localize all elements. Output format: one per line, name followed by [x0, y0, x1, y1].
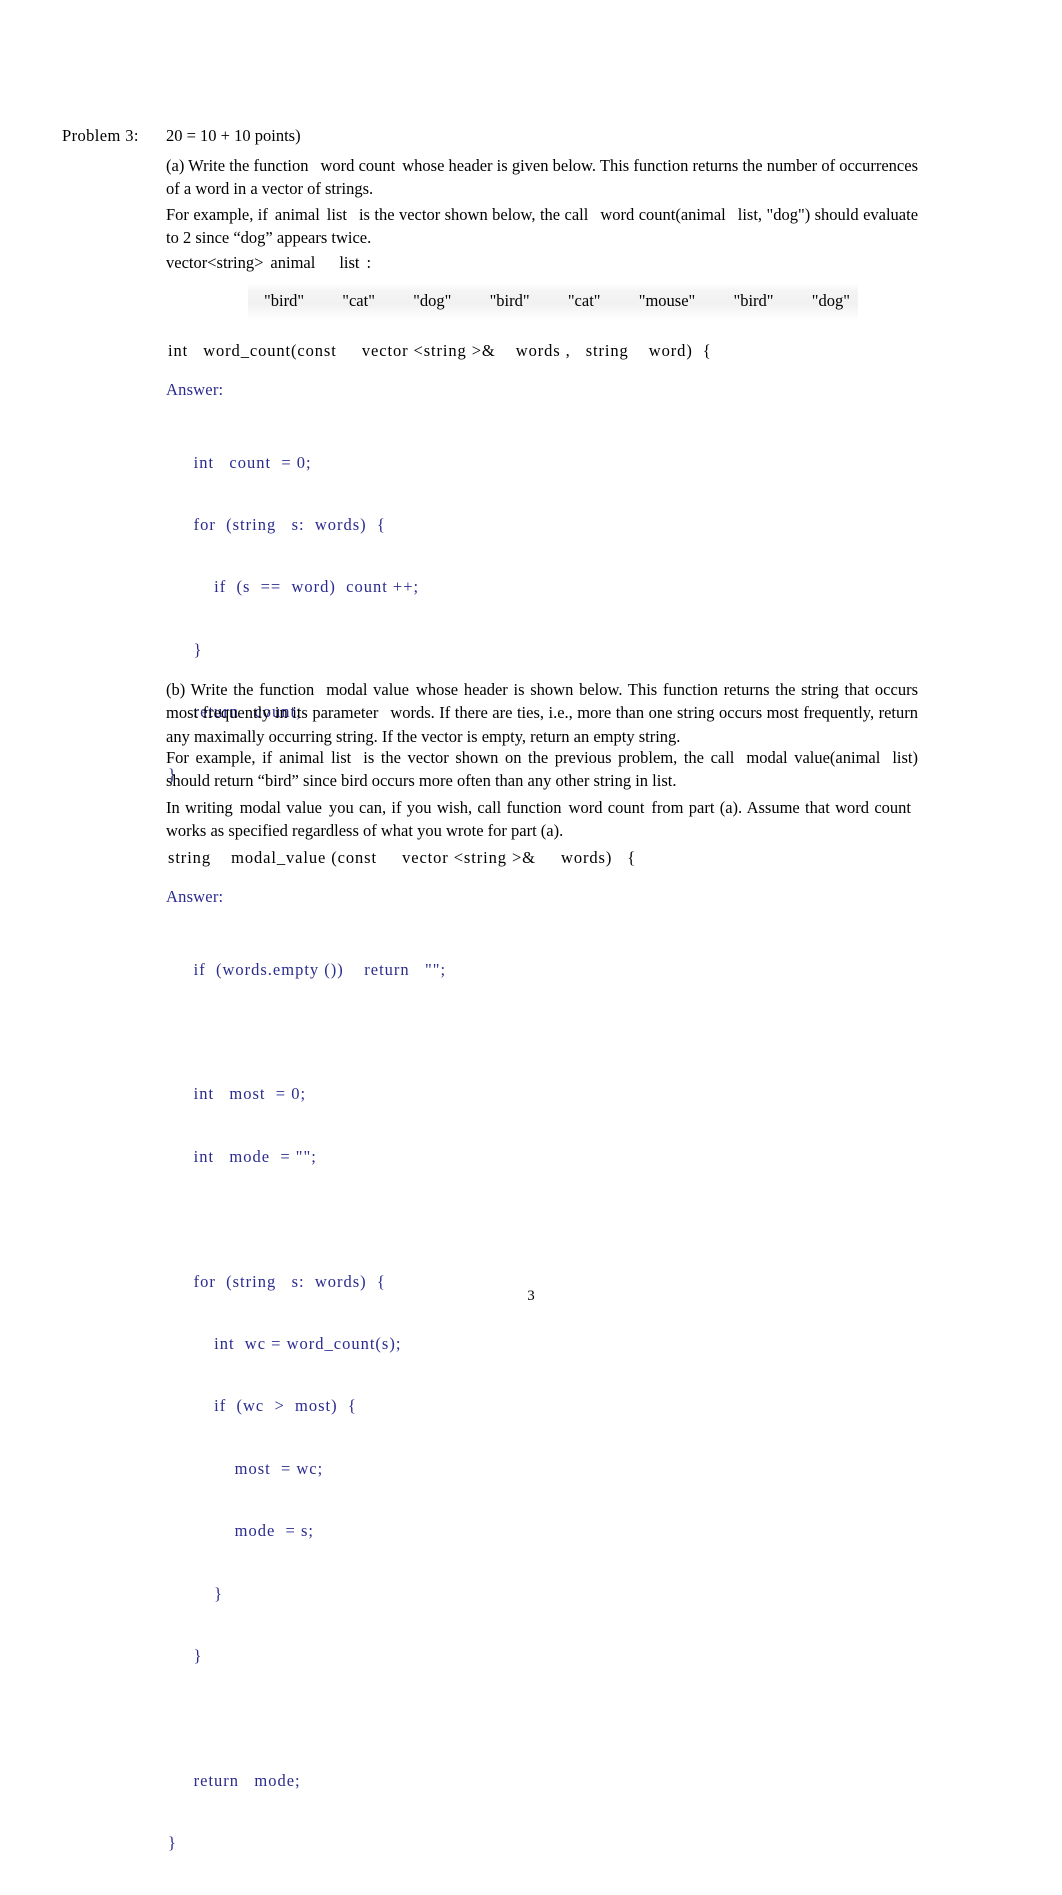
part-a-p1-identifier: word count	[320, 156, 396, 175]
vector-decl-type: vector<string>	[166, 253, 264, 272]
part-a-answer-label: Answer:	[166, 380, 224, 399]
part-b-p3-mid: you can, if you wish, call function	[329, 798, 562, 817]
part-a-p1-pre: (a) Write the function	[166, 156, 309, 175]
code-line: if (s == word) count ++;	[168, 577, 420, 597]
vector-decl-name-2: list	[339, 253, 360, 272]
vector-cell: "mouse"	[638, 291, 696, 310]
part-a-p2-call-1: word count(animal	[600, 205, 726, 224]
part-b-function-signature: string modal_value (const vector <string…	[168, 848, 637, 867]
document-page: Problem 3: 20 = 10 + 10 points) (a) Writ…	[0, 0, 1062, 1852]
part-a-paragraph-1: (a) Write the function word count whose he…	[166, 154, 918, 201]
part-a-function-signature: int word_count(const vector <string >& w…	[168, 341, 712, 360]
part-b-p3-pre: In writing	[166, 798, 233, 817]
vector-cell: "dog"	[413, 291, 452, 310]
code-line: int mode = "";	[168, 1146, 317, 1166]
part-a-paragraph-2: For example, if animal list is the vector s…	[166, 203, 918, 250]
problem-label: Problem 3:	[62, 126, 139, 145]
part-b-paragraph-1: (b) Write the function modal value whose h…	[166, 678, 918, 748]
vector-cell: "bird"	[264, 291, 305, 310]
code-line: mode = s;	[168, 1521, 314, 1541]
part-b-p2-call-2: list)	[892, 748, 918, 767]
part-a-p2-ident-2: list	[326, 205, 347, 224]
part-a-p2-pre: For example, if	[166, 205, 268, 224]
code-line: int most = 0;	[168, 1084, 307, 1104]
part-b-p2-post: should return “bird” since bird occurs m…	[166, 771, 677, 791]
part-a-p2-call-2: list, "dog")	[737, 205, 811, 224]
vector-cell: "dog"	[811, 291, 850, 310]
code-line: if (wc > most) {	[168, 1396, 357, 1416]
vector-decl-name-1: animal	[270, 253, 316, 272]
code-line: most = wc;	[168, 1458, 324, 1478]
part-b-p3-mid-2: from part (a). Assume that	[651, 798, 830, 817]
part-b-answer-label: Answer:	[166, 887, 224, 906]
vector-cell: "bird"	[733, 291, 774, 310]
part-b-p3-ident-1: modal value	[239, 798, 322, 817]
vector-cell: "bird"	[489, 291, 530, 310]
part-b-p3-ident-3: word count	[835, 798, 911, 817]
part-b-paragraph-3: In writing modal value you can, if you wis…	[166, 796, 918, 843]
code-line: int count = 0;	[168, 452, 312, 472]
part-b-answer-code: if (words.empty ()) return ""; int most …	[168, 918, 446, 1895]
vector-decl-colon: :	[366, 253, 372, 272]
part-b-p2-mid: is the vector shown on the previous prob…	[363, 748, 735, 767]
part-b-p1-identifier-2: words	[390, 703, 431, 723]
part-a-p2-ident-1: animal	[274, 205, 320, 224]
code-line: if (words.empty ()) return "";	[168, 959, 447, 979]
vector-cell: "cat"	[342, 291, 375, 310]
code-line: return mode;	[168, 1770, 301, 1790]
part-b-p2-pre: For example, if	[166, 748, 273, 767]
vector-contents: "bird" "cat" "dog" "bird" "cat" "mouse" …	[262, 291, 852, 311]
page-number: 3	[527, 1288, 535, 1304]
part-a-p2-mid: is the vector shown below, the call	[358, 205, 589, 224]
part-b-p2-ident-1: animal	[279, 748, 325, 767]
part-b-p1-identifier: modal value	[326, 680, 409, 699]
problem-points: 20 = 10 + 10 points)	[166, 126, 301, 145]
problem-header: Problem 3: 20 = 10 + 10 points)	[62, 126, 922, 146]
part-b-p3-ident-2: word count	[568, 798, 645, 817]
code-line: }	[168, 1645, 203, 1665]
part-b-p2-call-1: modal value(animal	[746, 748, 881, 767]
code-line: }	[168, 1583, 224, 1603]
code-line: int wc = word_count(s);	[168, 1333, 402, 1353]
code-line: }	[168, 1833, 177, 1853]
part-b-p1-pre: (b) Write the function	[166, 680, 315, 699]
part-b-paragraph-2: For example, if animal list is the vector s…	[166, 746, 918, 793]
part-b-p3-post: works as specified regardless of what yo…	[166, 821, 564, 841]
vector-cell: "cat"	[567, 291, 601, 310]
code-line: for (string s: words) {	[168, 514, 386, 534]
part-b-p2-ident-2: list	[331, 748, 352, 767]
vector-declaration: vector<string> animal list:	[166, 251, 918, 274]
code-line: }	[168, 639, 203, 659]
